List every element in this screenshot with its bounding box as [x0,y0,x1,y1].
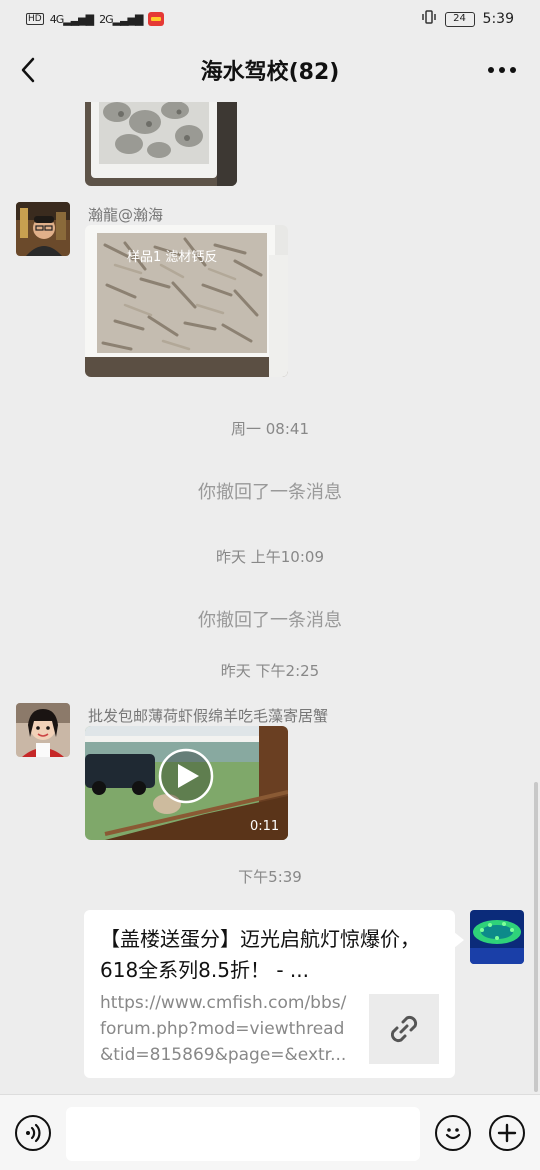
input-bar [0,1094,540,1170]
my-avatar[interactable] [470,910,524,964]
recall-notice: 你撤回了一条消息 [198,610,342,631]
status-right: 24 5:39 [421,9,514,29]
chevron-left-icon [21,57,35,83]
avatar[interactable] [16,202,70,256]
link-card[interactable]: 【盖楼送蛋分】迈光启航灯惊爆价，618全系列8.5折！ - ... https:… [84,910,464,1078]
sender-name: 批发包邮薄荷虾假绵羊吃毛藻寄居蟹 [88,707,329,725]
photo-message-coral-partial[interactable] [85,102,237,186]
filter-media-photo: 样品1 滤材钙反 [85,225,288,377]
avatar-photo-girl [16,703,70,757]
avatar-photo-coral [470,910,524,964]
chat-area[interactable]: 瀚龍@瀚海 样品1 滤材钙反 周一 08:41 你撤回了一条消息 昨天 上午10… [0,102,540,1094]
status-bar: HD 4G▂▃▅▇ 2G▂▃▅▇ 24 5:39 [0,0,540,38]
signal-icon-2: 2G▂▃▅▇ [99,12,143,26]
photo-caption: 样品1 滤材钙反 [127,250,217,265]
photo-message-filter-media[interactable]: 样品1 滤材钙反 [85,225,288,377]
voice-icon [26,1123,41,1143]
message-input[interactable] [66,1107,420,1161]
battery-icon: 24 [444,11,475,27]
emoji-button[interactable] [435,1115,471,1151]
timestamp: 昨天 上午10:09 [216,548,324,566]
link-thumbnail [369,994,439,1064]
scrollbar[interactable] [534,782,538,1092]
avatar-photo-man [16,202,70,256]
plus-icon [497,1123,517,1143]
link-title: 【盖楼送蛋分】迈光启航灯惊爆价，618全系列8.5折！ - ... [100,927,420,982]
recall-notice: 你撤回了一条消息 [198,482,342,503]
link-icon [390,1015,418,1043]
hd-icon: HD [26,13,44,25]
chat-header: 海水驾校(82) [0,38,540,102]
voice-button[interactable] [15,1115,51,1151]
timestamp: 昨天 下午2:25 [220,662,320,680]
link-url: https://www.cmfish.com/bbs/forum.php?mod… [100,993,347,1065]
more-button[interactable] [484,56,520,84]
avatar[interactable] [16,703,70,757]
status-left: HD 4G▂▃▅▇ 2G▂▃▅▇ [26,12,165,26]
more-dots-icon [488,67,516,73]
status-time: 5:39 [482,11,514,27]
emoji-icon [445,1128,461,1140]
app-notification-icon [148,12,165,26]
back-button[interactable] [14,54,42,86]
sender-name: 瀚龍@瀚海 [88,206,164,224]
plus-button[interactable] [489,1115,525,1151]
signal-icon-1: 4G▂▃▅▇ [49,12,94,26]
video-message[interactable]: 0:11 [85,726,288,840]
coral-rock-photo [85,102,237,186]
video-duration: 0:11 [250,819,279,834]
timestamp: 下午5:39 [238,868,302,886]
vibrate-icon [421,9,437,29]
timestamp: 周一 08:41 [231,420,309,438]
chat-title: 海水驾校(82) [200,60,340,85]
video-thumbnail: 0:11 [85,726,288,840]
